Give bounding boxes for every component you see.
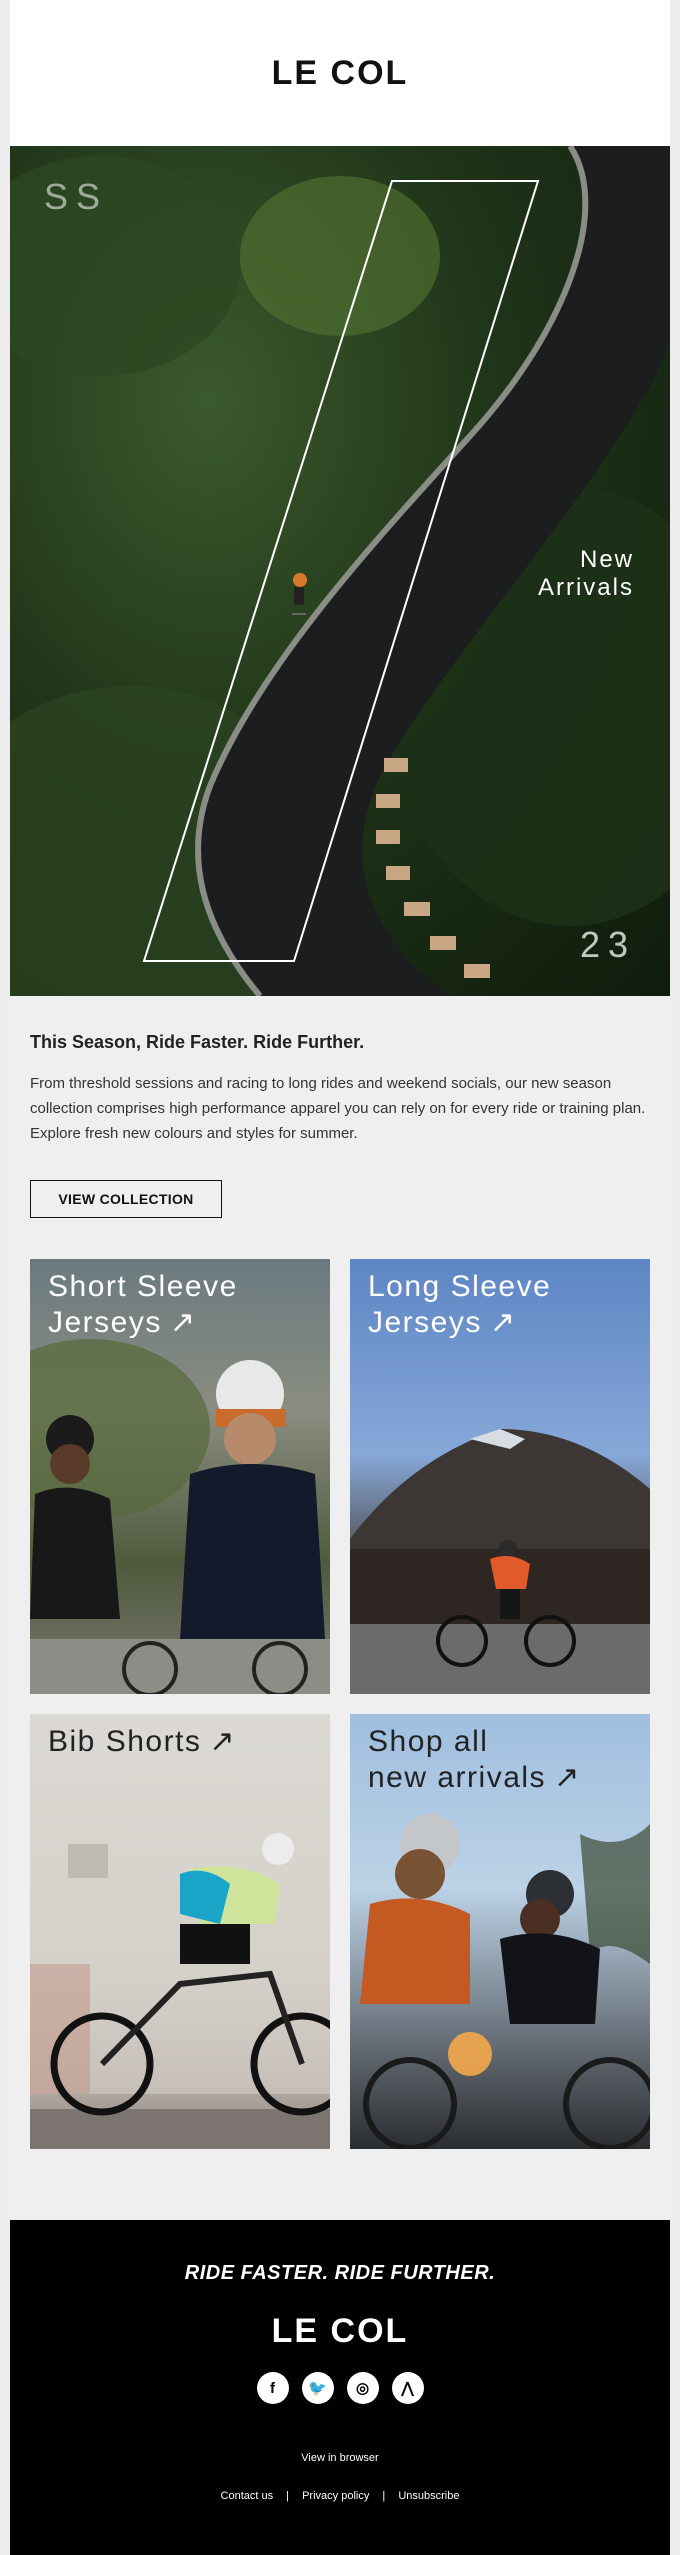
- footer-logo[interactable]: LE COL: [10, 2312, 670, 2351]
- email-header: LE COL: [10, 0, 670, 146]
- hero-callout: New Arrivals: [538, 546, 634, 602]
- tile-label: Shop all new arrivals ↗: [368, 1724, 581, 1796]
- tile-short-sleeve-jerseys[interactable]: Short Sleeve Jerseys ↗: [30, 1259, 330, 1694]
- tile-label: Long Sleeve Jerseys ↗: [368, 1269, 551, 1341]
- facebook-icon[interactable]: f: [256, 2372, 289, 2404]
- footer-tagline: RIDE FASTER. RIDE FURTHER.: [184, 2262, 496, 2284]
- strava-icon[interactable]: ⋀: [391, 2372, 424, 2404]
- tile-label-line1: Bib Shorts: [48, 1725, 202, 1758]
- arrow-up-right-icon: ↗: [489, 1306, 517, 1339]
- hero-year-text: 23: [579, 924, 636, 965]
- view-collection-button[interactable]: VIEW COLLECTION: [30, 1180, 222, 1218]
- tile-label-line2: new arrivals: [368, 1761, 547, 1794]
- tile-bib-shorts[interactable]: Bib Shorts ↗: [30, 1714, 330, 2149]
- unsubscribe-link[interactable]: Unsubscribe: [398, 2490, 459, 2502]
- hero-callout-line1: New: [579, 546, 634, 573]
- email-footer: RIDE FASTER. RIDE FURTHER. LE COL f 🐦 ◎ …: [10, 2220, 670, 2555]
- tile-label-line1: Short Sleeve: [48, 1270, 238, 1303]
- footer-separator: |: [382, 2490, 386, 2502]
- view-in-browser-link[interactable]: View in browser: [10, 2452, 670, 2464]
- tile-label: Bib Shorts ↗: [48, 1724, 236, 1760]
- arrow-up-right-icon: ↗: [169, 1306, 197, 1339]
- tile-label: Short Sleeve Jerseys ↗: [48, 1269, 238, 1341]
- instagram-icon[interactable]: ◎: [346, 2372, 379, 2404]
- tile-label-line1: Shop all: [368, 1725, 489, 1758]
- email-frame: LE COL SS New Arrivals 23 This Season, R…: [10, 0, 670, 2555]
- tile-label-line2: Jerseys: [368, 1306, 482, 1339]
- tile-label-line1: Long Sleeve: [368, 1270, 552, 1303]
- arrow-up-right-icon: ↗: [554, 1761, 581, 1794]
- contact-us-link[interactable]: Contact us: [221, 2490, 274, 2502]
- hero-callout-line2: Arrivals: [537, 574, 634, 601]
- footer-separator: |: [286, 2490, 290, 2502]
- intro-section: This Season, Ride Faster. Ride Further. …: [30, 1032, 650, 1146]
- arrow-up-right-icon: ↗: [209, 1725, 237, 1758]
- footer-links: Contact us | Privacy policy | Unsubscrib…: [10, 2490, 670, 2502]
- social-links: f 🐦 ◎ ⋀: [10, 2372, 670, 2404]
- tile-image: [30, 1714, 330, 2149]
- intro-body: From threshold sessions and racing to lo…: [30, 1075, 646, 1142]
- hero-season-text: SS: [44, 176, 109, 217]
- tile-label-line2: Jerseys: [48, 1306, 162, 1339]
- tile-shop-all-new-arrivals[interactable]: Shop all new arrivals ↗: [350, 1714, 650, 2149]
- hero-banner[interactable]: SS New Arrivals 23: [10, 146, 670, 996]
- twitter-icon[interactable]: 🐦: [301, 2372, 334, 2404]
- intro-heading: This Season, Ride Faster. Ride Further.: [30, 1032, 365, 1052]
- brand-logo[interactable]: LE COL: [272, 54, 409, 93]
- tile-long-sleeve-jerseys[interactable]: Long Sleeve Jerseys ↗: [350, 1259, 650, 1694]
- privacy-policy-link[interactable]: Privacy policy: [302, 2490, 369, 2502]
